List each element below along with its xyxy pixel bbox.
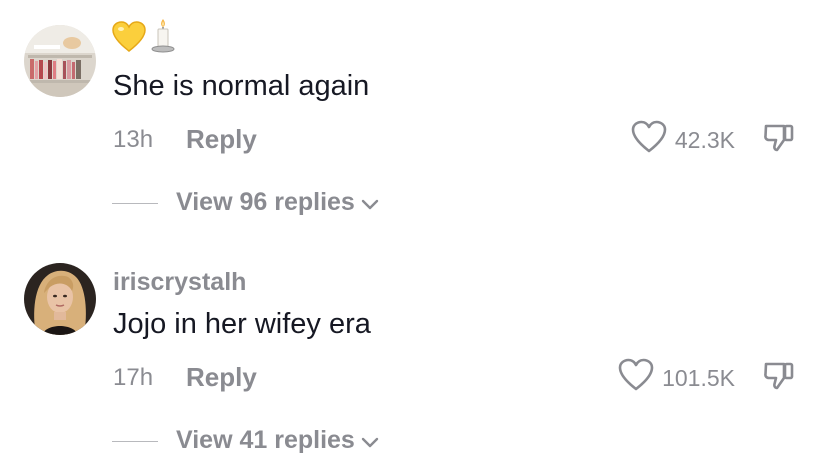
like-count: 42.3K [674, 126, 735, 153]
comment-text: Jojo in her wifey era [113, 308, 371, 340]
avatar[interactable] [24, 25, 96, 97]
replies-divider [112, 203, 158, 204]
candle-icon [150, 17, 176, 58]
reply-button[interactable]: Reply [186, 362, 257, 393]
thumbs-down-icon [762, 362, 796, 396]
comment-time: 13h [113, 126, 154, 153]
like-button[interactable]: 42.3K [631, 120, 735, 160]
like-button[interactable]: 101.5K [618, 358, 735, 398]
thumbs-down-icon [762, 124, 796, 158]
dislike-button[interactable] [762, 358, 796, 392]
view-replies-label: View 41 replies [176, 426, 355, 454]
view-replies-button[interactable]: View 96 replies [176, 188, 379, 217]
reply-button[interactable]: Reply [186, 124, 257, 155]
view-replies-button[interactable]: View 41 replies [176, 426, 379, 455]
avatar[interactable] [24, 263, 96, 335]
comment-text: She is normal again [113, 70, 370, 102]
heart-outline-icon [631, 120, 667, 160]
heart-outline-icon [618, 358, 654, 398]
replies-divider [112, 441, 158, 442]
comment-item: iriscrystalh Jojo in her wifey era 17h R… [0, 238, 827, 470]
username[interactable]: iriscrystalh [113, 268, 246, 297]
comment-item: She is normal again 13h Reply 42.3K View… [0, 0, 827, 232]
like-count: 101.5K [662, 364, 735, 391]
chevron-down-icon [361, 426, 379, 455]
comment-time: 17h [113, 364, 154, 391]
view-replies-label: View 96 replies [176, 188, 355, 216]
username-emoji[interactable] [112, 18, 176, 58]
chevron-down-icon [361, 188, 379, 217]
yellow-heart-icon [112, 21, 146, 58]
dislike-button[interactable] [762, 120, 796, 154]
